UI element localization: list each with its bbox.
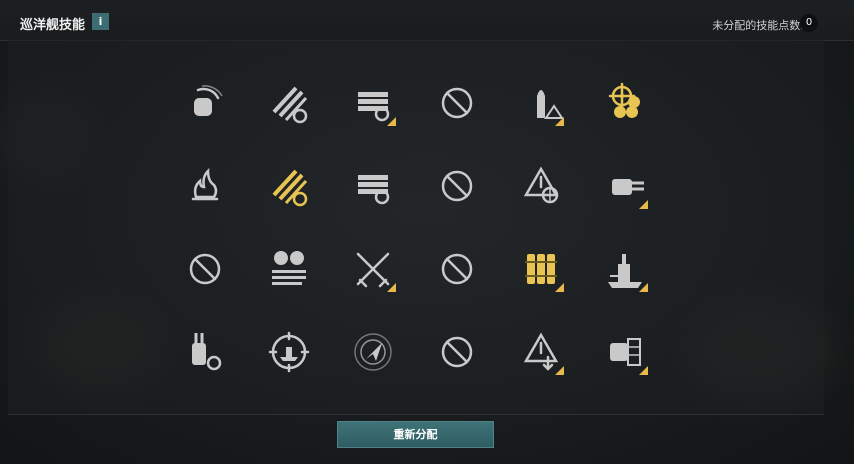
warning-target-icon <box>523 166 559 204</box>
skill-unavailable-slot[interactable] <box>430 242 484 296</box>
page-title: 巡洋舰技能 <box>20 18 86 33</box>
upgrade-corner-marker <box>555 366 564 375</box>
skill-gun-reload-slot[interactable] <box>262 159 316 213</box>
radar-icon <box>354 333 392 371</box>
skill-warning-down-slot[interactable] <box>514 325 568 379</box>
skill-gun-reload-timer-slot[interactable] <box>262 76 316 130</box>
skill-torpedo-reload-slot[interactable] <box>346 76 400 130</box>
skill-turret-ammo-slot[interactable] <box>262 242 316 296</box>
skill-armor-plate-slot[interactable] <box>598 325 652 379</box>
skill-fire-slot[interactable] <box>178 159 232 213</box>
skill-secondary-gun-slot[interactable] <box>598 159 652 213</box>
skill-turret-traverse-slot[interactable] <box>178 325 232 379</box>
unavailable-icon <box>189 253 221 285</box>
skill-shell-warning-slot[interactable] <box>514 76 568 130</box>
skill-unavailable-slot[interactable] <box>430 76 484 130</box>
skill-panel <box>8 40 824 415</box>
ship-target-icon <box>268 331 310 373</box>
turret-ammo-icon <box>272 251 306 285</box>
skill-ship-target-slot[interactable] <box>262 325 316 379</box>
skill-unavailable-slot[interactable] <box>430 325 484 379</box>
upgrade-corner-marker <box>387 117 396 126</box>
upgrade-corner-marker <box>639 283 648 292</box>
helm-propeller-icon <box>608 82 640 118</box>
upgrade-corner-marker <box>555 283 564 292</box>
header-bar: 巡洋舰技能 i 未分配的技能点数: 0 <box>0 0 854 41</box>
gun-reload-timer-icon <box>272 86 308 124</box>
unavailable-icon <box>441 87 473 119</box>
unavailable-icon <box>441 336 473 368</box>
skill-warning-target-slot[interactable] <box>514 159 568 213</box>
info-button[interactable]: i <box>92 13 109 30</box>
skill-helm-propeller-slot[interactable] <box>598 76 652 130</box>
reassign-button[interactable]: 重新分配 <box>337 421 494 448</box>
unassigned-points-label: 未分配的技能点数: <box>712 19 804 32</box>
turret-traverse-icon <box>192 333 222 371</box>
unavailable-icon <box>441 170 473 202</box>
upgrade-corner-marker <box>387 283 396 292</box>
skill-unavailable-slot[interactable] <box>178 242 232 296</box>
torpedo-sight-icon <box>358 175 390 205</box>
skill-radar-slot[interactable] <box>346 325 400 379</box>
upgrade-corner-marker <box>639 366 648 375</box>
skill-torpedo-sight-slot[interactable] <box>346 159 400 213</box>
turret-rotation-icon <box>194 85 223 116</box>
skill-unavailable-slot[interactable] <box>430 159 484 213</box>
skill-battleship-slot[interactable] <box>598 242 652 296</box>
unavailable-icon <box>441 253 473 285</box>
unassigned-points-value: 0 <box>800 14 818 32</box>
fire-icon <box>191 167 219 201</box>
upgrade-corner-marker <box>639 200 648 209</box>
gun-reload-icon <box>272 169 308 207</box>
skill-torpedo-bundle-slot[interactable] <box>514 242 568 296</box>
skill-crossed-swords-slot[interactable] <box>346 242 400 296</box>
upgrade-corner-marker <box>555 117 564 126</box>
skill-turret-rotation-slot[interactable] <box>178 76 232 130</box>
